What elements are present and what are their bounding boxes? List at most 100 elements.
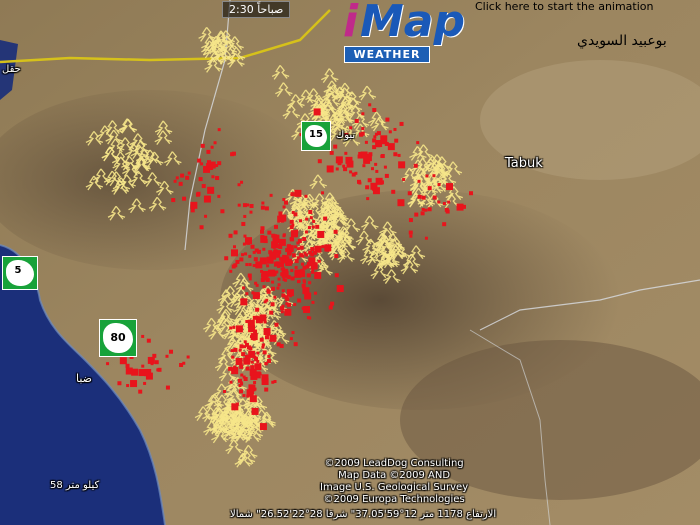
lightning-strike-marker [141,364,145,368]
lightning-strike-marker [261,270,269,278]
lightning-strike-marker [263,277,267,281]
lightning-strike-marker [190,201,198,209]
lightning-strike-marker [284,268,288,272]
lightning-strike-marker [263,328,271,336]
lightning-strike-marker [232,245,236,249]
lightning-strike-marker [269,193,273,197]
lightning-strike-marker [130,380,138,388]
lightning-strike-marker [304,194,308,198]
lightning-strike-marker [239,364,244,369]
imap-weather-logo[interactable]: i Map WEATHER [340,0,468,64]
lightning-strike-marker [266,288,270,292]
lightning-strike-marker [424,236,428,240]
lightning-strike-marker [264,206,269,211]
lightning-strike-marker [186,355,190,359]
place-label-tabuk[interactable]: Tabuk [505,156,543,171]
lightning-strike-marker [357,154,362,159]
lightning-strike-marker [302,237,307,242]
lightning-strike-marker [242,286,246,290]
lightning-strike-marker [311,268,315,272]
lightning-strike-marker [169,349,174,354]
lightning-strike-marker [303,306,311,314]
lightning-strike-marker [271,286,276,291]
lightning-strike-marker [260,226,265,231]
lightning-strike-marker [361,112,365,116]
lightning-strike-marker [254,281,258,285]
lightning-strike-marker [343,167,348,172]
lightning-strike-marker [321,245,325,249]
lightning-strike-marker [420,211,425,216]
road-shield-icon[interactable]: 15 [301,121,331,151]
lightning-strike-marker [277,264,281,268]
lightning-strike-marker [200,162,204,166]
lightning-strike-marker [427,186,432,191]
lightning-strike-marker [294,265,298,269]
lightning-strike-marker [398,161,406,169]
lightning-strike-marker [380,154,385,159]
lightning-strike-marker [215,176,220,181]
lightning-strike-marker [248,346,253,351]
lightning-strike-marker [297,298,302,303]
lightning-strike-marker [122,358,126,362]
lightning-strike-marker [289,337,293,341]
lightning-strike-marker [245,292,249,296]
place-label-tabuk-arabic[interactable]: تبوك [336,130,355,141]
lightning-strike-marker [290,276,295,281]
lightning-strike-marker [178,181,183,186]
lightning-strike-marker [286,275,291,280]
road-shield-icon[interactable]: 5 [2,256,38,290]
place-label-haql[interactable]: حقل [2,64,21,75]
lightning-strike-marker [252,264,256,268]
lightning-strike-marker [280,267,284,271]
lightning-strike-marker [363,156,371,164]
lightning-strike-marker [249,203,254,208]
lightning-strike-marker [261,377,269,385]
lightning-strike-marker [234,366,239,371]
lightning-strike-marker [273,224,278,229]
lightning-strike-marker [277,244,282,249]
lightning-strike-marker [199,225,204,230]
lightning-strike-marker [260,229,265,234]
lightning-strike-marker [297,279,301,283]
lightning-strike-marker [260,235,268,243]
lightning-strike-marker [296,247,300,251]
lightning-strike-marker [285,302,289,306]
lightning-strike-marker [394,138,399,143]
lightning-strike-marker [289,294,293,298]
lightning-strike-marker [399,121,404,126]
lightning-strike-marker [417,194,422,199]
lightning-strike-marker [241,352,246,357]
lightning-strike-marker [311,300,315,304]
lightning-strike-marker [354,118,359,123]
lightning-strike-marker [374,132,378,136]
lightning-strike-marker [264,362,268,366]
weather-map[interactable]: i Map WEATHER 2:30 صباحاً Click here to … [0,0,700,525]
lightning-strike-marker [144,368,152,376]
lightning-strike-marker [228,233,233,238]
route-number: 5 [14,265,22,276]
road-shield-icon[interactable]: 80 [99,319,137,357]
lightning-strike-marker [248,254,252,258]
lightning-strike-marker [334,273,339,278]
scale-bar-label: 58 كيلو متر [50,480,100,491]
lightning-strike-marker [253,329,258,334]
lightning-strike-marker [264,387,269,392]
lightning-strike-marker [271,233,276,238]
lightning-strike-marker [370,167,374,171]
start-animation-link[interactable]: Click here to start the animation [475,0,654,13]
lightning-strike-marker [248,263,252,267]
lightning-strike-marker [220,209,225,214]
author-name: بوعبيد السويدي [577,33,667,49]
lightning-strike-marker [260,205,265,210]
lightning-strike-marker [175,176,179,180]
lightning-strike-marker [365,185,370,190]
lightning-strike-marker [282,234,286,238]
lightning-strike-marker [280,306,285,311]
lightning-strike-marker [253,380,257,384]
lightning-strike-marker [289,246,294,251]
lightning-strike-marker [290,269,294,273]
place-label-duba[interactable]: ضبا [76,372,92,385]
lightning-strike-marker [391,189,396,194]
lightning-strike-marker [117,381,122,386]
lightning-strike-marker [262,350,267,355]
